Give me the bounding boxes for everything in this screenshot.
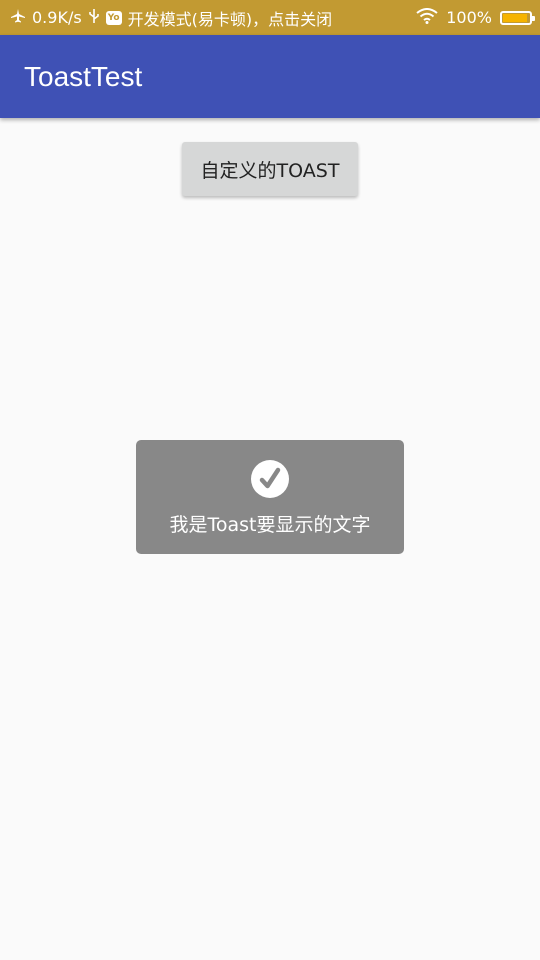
app-bar: ToastTest: [0, 35, 540, 118]
wifi-icon: [416, 7, 438, 28]
dev-mode-notice[interactable]: 开发模式(易卡顿)，点击关闭: [128, 6, 333, 30]
battery-level: [503, 13, 527, 22]
custom-toast-button[interactable]: 自定义的TOAST: [182, 142, 358, 196]
status-bar-right: 100%: [416, 7, 535, 28]
toast-popup: 我是Toast要显示的文字: [136, 440, 404, 554]
network-speed: 0.9K/s: [32, 8, 82, 27]
debug-badge-icon: Yo: [105, 10, 122, 25]
status-bar-left: 0.9K/s Yo 开发模式(易卡顿)，点击关闭: [10, 6, 332, 30]
airplane-icon: [10, 8, 26, 28]
check-circle-icon: [251, 460, 289, 498]
usb-icon: [88, 8, 100, 28]
app-title: ToastTest: [24, 60, 143, 92]
battery-percent: 100%: [446, 8, 492, 27]
toast-message: 我是Toast要显示的文字: [169, 514, 371, 536]
battery-icon: [500, 10, 535, 25]
status-bar: 0.9K/s Yo 开发模式(易卡顿)，点击关闭 100%: [0, 0, 540, 35]
